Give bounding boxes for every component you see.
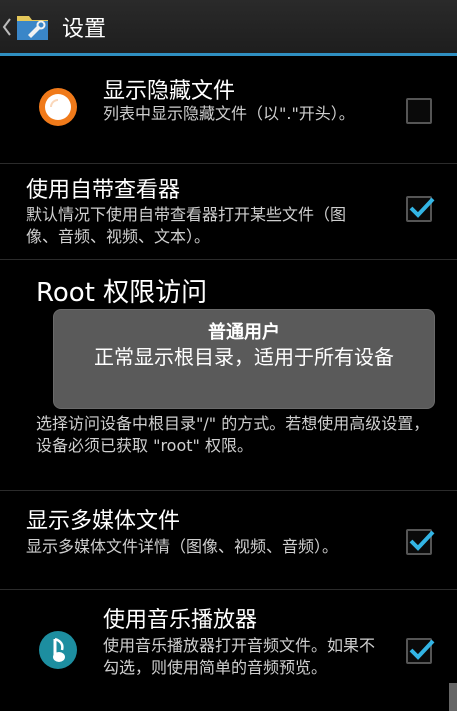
action-bar: 设置 xyxy=(0,0,457,56)
scrollbar[interactable] xyxy=(449,683,457,711)
pref-summary: 显示多媒体文件详情（图像、视频、音频）。 xyxy=(26,537,339,556)
pref-title: 显示多媒体文件 xyxy=(26,509,181,534)
pref-title: Root 权限访问 xyxy=(36,278,208,308)
pref-title: 使用音乐播放器 xyxy=(103,608,258,633)
folder-app-icon[interactable] xyxy=(14,10,52,44)
pref-show-hidden-files[interactable]: 显示隐藏文件 列表中显示隐藏文件（以"."开头）。 xyxy=(0,59,457,164)
music-note-icon xyxy=(38,630,78,670)
builtin-viewer-checkbox[interactable] xyxy=(406,196,435,222)
pref-summary: 使用音乐播放器打开音频文件。如果不勾选，则使用简单的音频预览。 xyxy=(103,636,376,677)
toast-body: 正常显示根目录，适用于所有设备 xyxy=(94,345,394,369)
pref-use-music-player[interactable]: 使用音乐播放器 使用音乐播放器打开音频文件。如果不勾选，则使用简单的音频预览。 xyxy=(0,590,457,711)
orange-circle-icon xyxy=(38,87,78,127)
pref-use-builtin-viewer[interactable]: 使用自带查看器 默认情况下使用自带查看器打开某些文件（图像、音频、视频、文本）。 xyxy=(0,164,457,260)
toast-title: 普通用户 xyxy=(208,322,280,343)
media-files-checkbox[interactable] xyxy=(406,529,435,555)
pref-title: 使用自带查看器 xyxy=(26,178,181,203)
pref-summary: 选择访问设备中根目录"/" 的方式。若想使用高级设置，设备必须已获取 "root… xyxy=(36,414,430,455)
show-hidden-checkbox[interactable] xyxy=(406,98,432,124)
pref-summary: 默认情况下使用自带查看器打开某些文件（图像、音频、视频、文本）。 xyxy=(26,205,347,246)
toast-message: 普通用户 正常显示根目录，适用于所有设备 xyxy=(53,309,435,409)
pref-title: 显示隐藏文件 xyxy=(103,79,236,104)
page-title: 设置 xyxy=(62,16,107,42)
pref-summary: 列表中显示隐藏文件（以"."开头）。 xyxy=(103,104,355,123)
pref-show-media-files[interactable]: 显示多媒体文件 显示多媒体文件详情（图像、视频、音频）。 xyxy=(0,491,457,590)
music-player-checkbox[interactable] xyxy=(406,638,435,664)
back-chevron-icon[interactable] xyxy=(0,14,14,40)
